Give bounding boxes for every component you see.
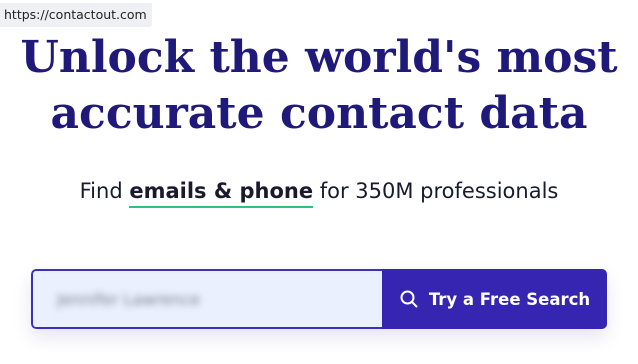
search-input[interactable] (55, 288, 309, 310)
url-status-chip: https://contactout.com (0, 3, 152, 27)
try-free-search-button[interactable]: Try a Free Search (382, 269, 607, 329)
subline-suffix: for 350M professionals (313, 179, 559, 203)
hero-headline: Unlock the world's most accurate contact… (0, 30, 638, 142)
search-icon (399, 289, 419, 309)
headline-line-1: Unlock the world's most (20, 32, 618, 83)
search-input-wrapper[interactable] (31, 269, 382, 329)
search-bar: Try a Free Search (31, 269, 607, 329)
hero-subline: Find emails & phone for 350M professiona… (0, 174, 638, 208)
subline-prefix: Find (79, 179, 130, 203)
page: https://contactout.com Unlock the world'… (0, 0, 638, 364)
search-button-label: Try a Free Search (428, 289, 591, 309)
headline-line-2: accurate contact data (50, 88, 588, 139)
subline-highlight: emails & phone (129, 174, 313, 208)
